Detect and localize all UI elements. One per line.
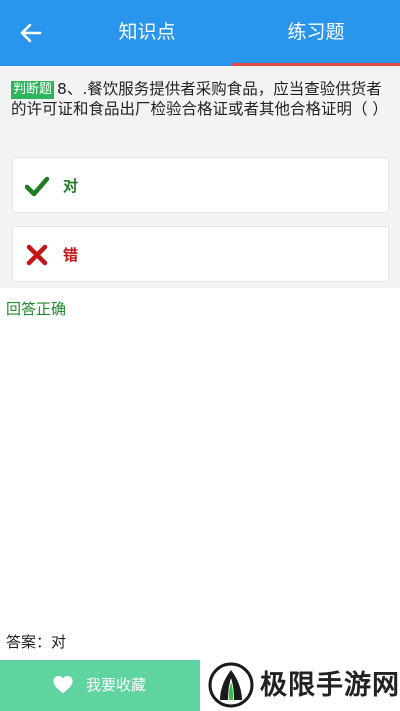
watermark-logo-icon <box>208 662 254 708</box>
check-icon <box>25 176 49 197</box>
header-bar: 知识点 练习题 <box>0 0 400 66</box>
question-type-badge: 判断题 <box>11 81 55 99</box>
tab-practice[interactable]: 练习题 <box>232 0 400 66</box>
watermark-text: 极限手游网 <box>260 670 400 701</box>
heart-icon <box>53 675 73 694</box>
question-text: 8、.餐饮服务提供者采购食品，应当查验供货者的许可证和食品出厂检验合格证或者其他… <box>11 80 388 118</box>
cross-icon <box>26 244 48 266</box>
question-area: 判断题 8、.餐饮服务提供者采购食品，应当查验供货者的许可证和食品出厂检验合格证或… <box>0 66 400 288</box>
arrow-left-icon[interactable] <box>18 20 44 46</box>
watermark: 极限手游网 <box>200 660 400 711</box>
result-message: 回答正确 <box>6 300 67 318</box>
favorite-button[interactable]: 我要收藏 <box>0 660 200 711</box>
option-true-label: 对 <box>63 177 79 195</box>
option-true[interactable]: 对 <box>12 157 389 213</box>
option-false-label: 错 <box>63 246 79 264</box>
tab-knowledge[interactable]: 知识点 <box>92 0 202 66</box>
question: 判断题 8、.餐饮服务提供者采购食品，应当查验供货者的许可证和食品出厂检验合格证或… <box>11 79 393 119</box>
answer-text: 答案：对 <box>6 633 67 651</box>
option-false[interactable]: 错 <box>12 226 389 282</box>
favorite-label: 我要收藏 <box>86 676 147 694</box>
